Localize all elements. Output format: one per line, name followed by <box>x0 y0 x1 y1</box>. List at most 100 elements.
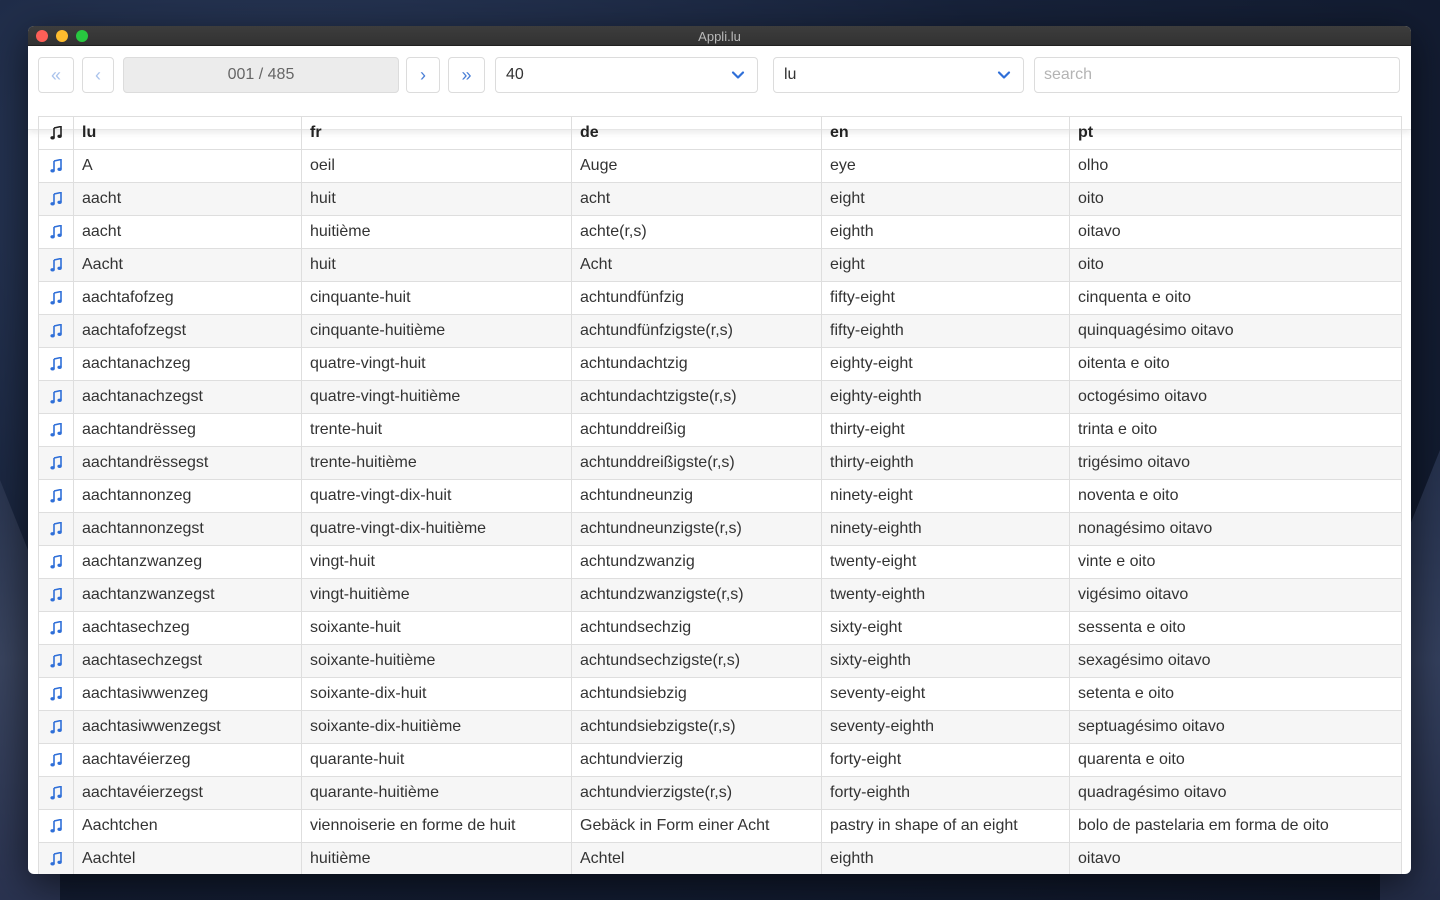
cell-pt: trigésimo oitavo <box>1069 446 1402 480</box>
play-audio-button[interactable] <box>38 743 74 777</box>
cell-fr: quarante-huit <box>301 743 572 777</box>
play-audio-button[interactable] <box>38 281 74 315</box>
column-header-en[interactable]: en <box>821 116 1070 150</box>
chevron-down-icon <box>997 71 1011 79</box>
cell-en: seventy-eighth <box>821 710 1070 744</box>
play-audio-icon <box>50 158 62 173</box>
cell-de: achtundfünfzigste(r,s) <box>571 314 822 348</box>
table-row: aachtanachzeg quatre-vingt-huit achtundach… <box>38 347 1402 381</box>
cell-pt: oitavo <box>1069 842 1402 874</box>
play-audio-button[interactable] <box>38 248 74 282</box>
column-header-de[interactable]: de <box>571 116 822 150</box>
cell-de: achtundzwanzigste(r,s) <box>571 578 822 612</box>
first-page-button[interactable]: « <box>38 57 74 93</box>
play-audio-button[interactable] <box>38 479 74 513</box>
play-audio-button[interactable] <box>38 215 74 249</box>
play-audio-icon <box>50 191 62 206</box>
table-row: aachtavéierzeg quarante-huit achtundvierzi… <box>38 743 1402 777</box>
play-audio-button[interactable] <box>38 677 74 711</box>
play-audio-icon <box>50 257 62 272</box>
table-row: aachtandrëssegst trente-huitième achtunddr… <box>38 446 1402 480</box>
cell-en: fifty-eighth <box>821 314 1070 348</box>
cell-fr: soixante-huit <box>301 611 572 645</box>
column-header-fr[interactable]: fr <box>301 116 572 150</box>
play-audio-icon <box>50 587 62 602</box>
cell-de: achtundachtzigste(r,s) <box>571 380 822 414</box>
cell-pt: olho <box>1069 149 1402 183</box>
play-audio-icon <box>50 752 62 767</box>
music-note-icon <box>50 125 62 140</box>
cell-pt: trinta e oito <box>1069 413 1402 447</box>
cell-de: achtundsiebzig <box>571 677 822 711</box>
last-page-button[interactable]: » <box>448 57 485 93</box>
play-audio-icon <box>50 224 62 239</box>
play-audio-button[interactable] <box>38 776 74 810</box>
table-row: aachtannonzegst quatre-vingt-dix-huitième… <box>38 512 1402 546</box>
play-audio-button[interactable] <box>38 380 74 414</box>
cell-pt: septuagésimo oitavo <box>1069 710 1402 744</box>
play-audio-icon <box>50 653 62 668</box>
window-title: Appli.lu <box>698 29 741 44</box>
table-row: Aachtel huitième Achtel eighth oitavo <box>38 842 1402 874</box>
play-audio-button[interactable] <box>38 413 74 447</box>
cell-lu: aachtannonzeg <box>73 479 302 513</box>
search-input[interactable] <box>1034 57 1400 93</box>
cell-pt: noventa e oito <box>1069 479 1402 513</box>
cell-en: ninety-eighth <box>821 512 1070 546</box>
previous-page-button[interactable]: ‹ <box>82 57 114 93</box>
cell-fr: cinquante-huitième <box>301 314 572 348</box>
chevron-down-icon <box>731 71 745 79</box>
play-audio-button[interactable] <box>38 446 74 480</box>
cell-de: Achtel <box>571 842 822 874</box>
table-row: aachtasiwwenzeg soixante-dix-huit achtunds… <box>38 677 1402 711</box>
play-audio-button[interactable] <box>38 149 74 183</box>
play-audio-button[interactable] <box>38 545 74 579</box>
cell-fr: trente-huitième <box>301 446 572 480</box>
cell-pt: oitenta e oito <box>1069 347 1402 381</box>
page-size-value: 40 <box>506 66 524 83</box>
play-audio-button[interactable] <box>38 611 74 645</box>
cell-de: achtundsechzig <box>571 611 822 645</box>
play-audio-button[interactable] <box>38 512 74 546</box>
cell-lu: aachtanzwanzegst <box>73 578 302 612</box>
play-audio-icon <box>50 455 62 470</box>
next-page-button[interactable]: › <box>406 57 440 93</box>
play-audio-button[interactable] <box>38 644 74 678</box>
vocabulary-table-container: lu fr de en pt Aoeil Auge eye olho aacht huit… <box>38 116 1402 874</box>
column-header-lu[interactable]: lu <box>73 116 302 150</box>
play-audio-button[interactable] <box>38 314 74 348</box>
cell-de: achtunddreißigste(r,s) <box>571 446 822 480</box>
cell-fr: soixante-huitième <box>301 644 572 678</box>
vocabulary-table: lu fr de en pt Aoeil Auge eye olho aacht huit… <box>38 116 1402 874</box>
play-audio-button[interactable] <box>38 710 74 744</box>
cell-lu: aacht <box>73 182 302 216</box>
play-audio-button[interactable] <box>38 347 74 381</box>
play-audio-button[interactable] <box>38 578 74 612</box>
cell-fr: soixante-dix-huit <box>301 677 572 711</box>
cell-lu: aachtavéierzeg <box>73 743 302 777</box>
cell-pt: setenta e oito <box>1069 677 1402 711</box>
play-audio-button[interactable] <box>38 842 74 874</box>
cell-de: acht <box>571 182 822 216</box>
cell-lu: aachtanachzeg <box>73 347 302 381</box>
page-size-select[interactable]: 40 <box>495 57 758 93</box>
cell-de: achtundneunzig <box>571 479 822 513</box>
cell-de: achtundzwanzig <box>571 545 822 579</box>
column-header-pt[interactable]: pt <box>1069 116 1402 150</box>
play-audio-button[interactable] <box>38 182 74 216</box>
cell-en: sixty-eight <box>821 611 1070 645</box>
title-bar: Appli.lu <box>28 26 1411 46</box>
cell-pt: octogésimo oitavo <box>1069 380 1402 414</box>
cell-lu: aachtasiwwenzeg <box>73 677 302 711</box>
play-audio-icon <box>50 521 62 536</box>
language-select[interactable]: lu <box>773 57 1024 93</box>
cell-pt: sexagésimo oitavo <box>1069 644 1402 678</box>
cell-lu: aachtandrëssegst <box>73 446 302 480</box>
language-value: lu <box>784 66 797 83</box>
table-row: aachtanachzegst quatre-vingt-huitième acht… <box>38 380 1402 414</box>
cell-lu: Aachtchen <box>73 809 302 843</box>
play-audio-button[interactable] <box>38 809 74 843</box>
play-audio-icon <box>50 686 62 701</box>
cell-de: achtundsiebzigste(r,s) <box>571 710 822 744</box>
cell-en: fifty-eight <box>821 281 1070 315</box>
